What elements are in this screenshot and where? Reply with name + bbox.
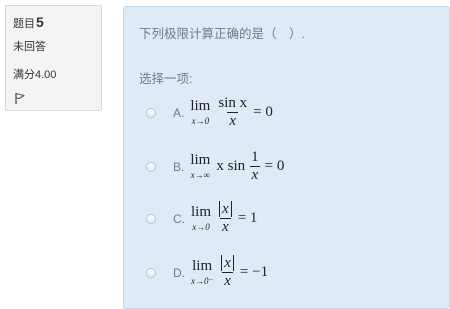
option-a-formula: lim x→0 sin x x = 0 [190,95,275,131]
fraction: 1 x [249,149,261,185]
question-info-panel: 题目 5 未回答 满分4.00 [5,5,102,111]
fraction-denominator: x [249,166,261,184]
lim-operator: lim x→0 [190,99,210,126]
rhs: = 0 [264,158,285,175]
option-c[interactable]: C. lim x→0 x x = 1 [139,201,259,237]
flag-icon[interactable] [13,91,27,105]
question-content: 下列极限计算正确的是（ ）. 选择一项: A. lim x→0 sin x x … [123,6,450,309]
option-d[interactable]: D. lim x→0⁻ x x = −1 [139,255,270,291]
fraction-denominator: x [222,272,233,290]
option-d-formula: lim x→0⁻ x x = −1 [191,255,270,291]
question-number-value: 5 [36,14,44,30]
option-a[interactable]: A. lim x→0 sin x x = 0 [139,95,275,131]
fraction-numerator: x [217,201,234,218]
lim-word: lim [191,204,212,221]
question-status: 未回答 [13,41,46,53]
rhs: = 0 [253,104,273,121]
lim-word: lim [190,98,211,115]
option-c-letter: C. [173,211,185,226]
option-b-letter: B. [173,159,185,174]
question-grade: 满分4.00 [13,69,57,81]
fraction-numerator: sin x [218,95,248,111]
fraction-denominator: x [227,112,239,130]
question-number-label: 题目 [13,18,35,30]
fraction-denominator: x [220,218,231,236]
abs-value: x [219,201,232,217]
lim-operator: lim x→0 [191,205,211,232]
option-d-radio[interactable] [146,267,156,278]
option-d-letter: D. [173,265,185,280]
rhs: = 1 [237,210,258,227]
option-b-radio[interactable] [146,161,156,172]
abs-value: x [221,255,234,271]
lim-subscript: x→0 [191,116,210,127]
lim-subscript: x→∞ [190,170,211,181]
question-text: 下列极限计算正确的是（ ）. [139,27,305,41]
rhs: = −1 [239,264,269,281]
option-c-formula: lim x→0 x x = 1 [191,201,259,237]
fraction: x x [217,201,234,237]
option-b-formula: lim x→∞ x sin 1 x = 0 [190,149,286,185]
prefix-term: x sin [216,158,246,175]
fraction: sin x x [216,95,249,131]
option-c-radio[interactable] [146,213,156,224]
lim-word: lim [192,258,213,275]
lim-operator: lim x→∞ [190,153,210,180]
answer-prompt: 选择一项: [139,72,193,86]
option-a-letter: A. [173,105,185,120]
lim-word: lim [190,152,211,169]
fraction: x x [219,255,236,291]
fraction-numerator: 1 [251,149,259,165]
question-number: 题目 5 [13,14,94,31]
fraction-numerator: x [219,255,236,272]
lim-subscript: x→0 [192,222,210,233]
lim-subscript: x→0⁻ [191,276,214,287]
lim-operator: lim x→0⁻ [191,259,213,286]
option-a-radio[interactable] [146,107,156,118]
option-b[interactable]: B. lim x→∞ x sin 1 x = 0 [139,149,286,185]
